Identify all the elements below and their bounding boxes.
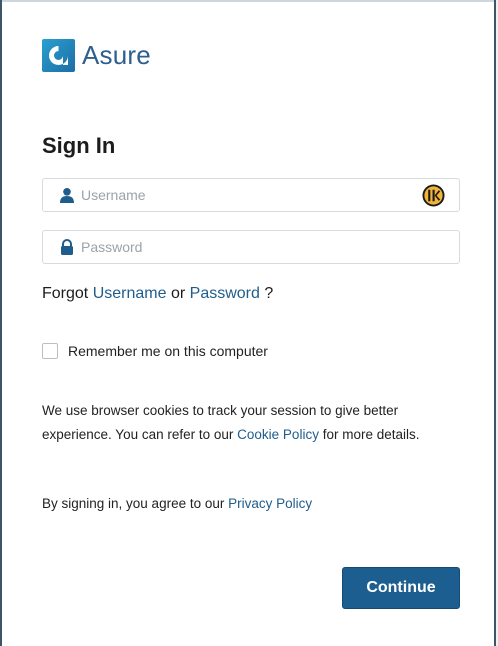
- keeper-icon[interactable]: [422, 184, 445, 207]
- page-title: Sign In: [42, 133, 116, 158]
- remember-me[interactable]: Remember me on this computer: [42, 343, 268, 359]
- username-input[interactable]: [81, 187, 401, 203]
- sign-in-window: Asure Sign In Forgot Username or Passwor…: [0, 0, 496, 646]
- forgot-credentials: Forgot Username or Password ?: [42, 285, 273, 303]
- cookie-policy-link[interactable]: Cookie Policy: [237, 427, 319, 442]
- username-field[interactable]: [42, 178, 460, 212]
- asure-logo-icon: [42, 39, 75, 72]
- forgot-suffix: ?: [264, 285, 274, 302]
- continue-button[interactable]: Continue: [342, 567, 460, 609]
- agreement-text: By signing in, you agree to our: [42, 496, 225, 511]
- password-input[interactable]: [81, 239, 401, 255]
- brand-logo: Asure: [42, 39, 151, 72]
- top-border: [2, 0, 494, 2]
- cookie-notice-suffix: for more details.: [322, 427, 420, 442]
- privacy-policy-link[interactable]: Privacy Policy: [228, 496, 312, 511]
- forgot-or: or: [170, 285, 186, 302]
- user-icon: [60, 188, 74, 203]
- brand-name: Asure: [82, 40, 151, 70]
- remember-checkbox[interactable]: [42, 343, 58, 359]
- remember-label: Remember me on this computer: [68, 343, 268, 359]
- lock-icon: [61, 239, 73, 255]
- cookie-notice: We use browser cookies to track your ses…: [42, 399, 462, 447]
- password-field[interactable]: [42, 230, 460, 264]
- forgot-username-link[interactable]: Username: [93, 285, 167, 302]
- forgot-prefix: Forgot: [42, 285, 89, 302]
- privacy-agreement: By signing in, you agree to our Privacy …: [42, 494, 312, 514]
- forgot-password-link[interactable]: Password: [190, 285, 260, 302]
